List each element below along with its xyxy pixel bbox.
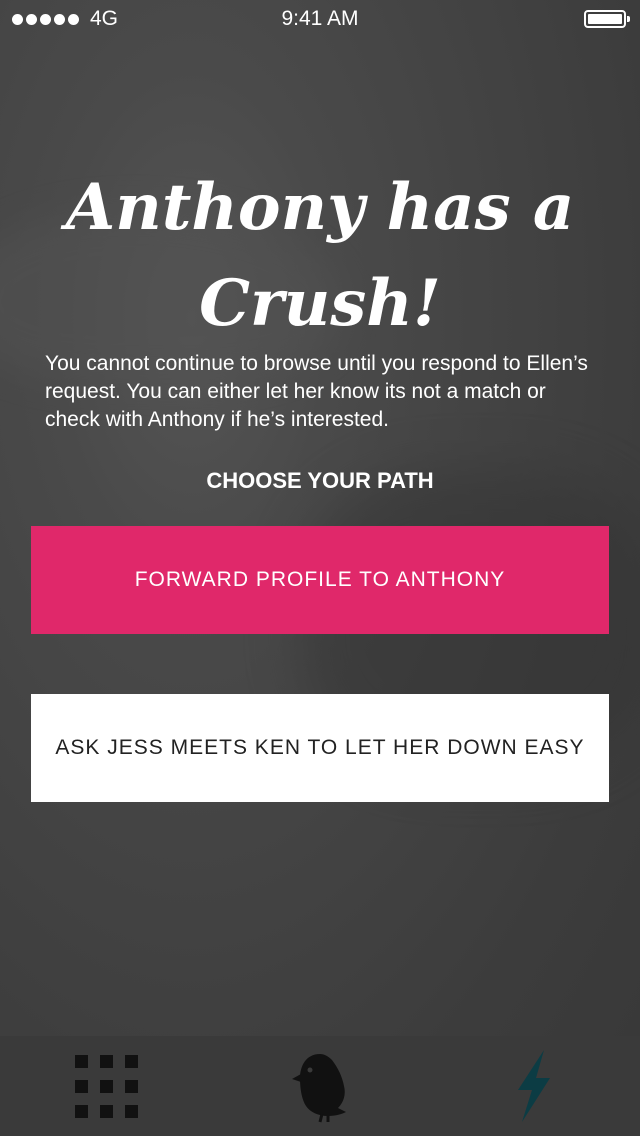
- forward-profile-button[interactable]: FORWARD PROFILE TO ANTHONY: [31, 526, 609, 634]
- battery-icon: [584, 10, 630, 28]
- bird-icon: [291, 1054, 346, 1123]
- crush-screen: 4G 9:41 AM Anthony has a Crush! You cann…: [0, 0, 640, 1136]
- let-her-down-button[interactable]: ASK JESS MEETS KEN TO LET HER DOWN EASY: [31, 694, 609, 802]
- tab-lightning[interactable]: [427, 1036, 640, 1136]
- choose-path-heading: CHOOSE YOUR PATH: [206, 468, 434, 493]
- info-message: You cannot continue to browse until you …: [45, 352, 588, 431]
- tab-bird[interactable]: [213, 1036, 426, 1136]
- tab-bar: [0, 1036, 640, 1136]
- grid-icon: [75, 1054, 138, 1118]
- tab-grid[interactable]: [0, 1036, 213, 1136]
- status-time: 9:41 AM: [281, 7, 359, 30]
- status-bar: 4G 9:41 AM: [0, 0, 640, 40]
- lightning-icon: [517, 1050, 550, 1122]
- headline: Anthony has a Crush!: [65, 170, 575, 341]
